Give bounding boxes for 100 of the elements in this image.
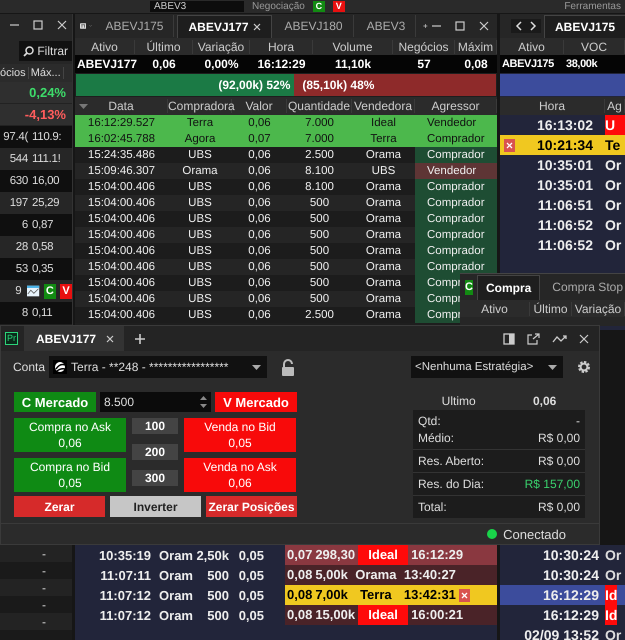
table-cell-text: Or bbox=[605, 196, 622, 215]
cancel-icon[interactable] bbox=[504, 138, 515, 152]
quantity-field[interactable]: 8.500 bbox=[100, 392, 211, 412]
invert-button[interactable]: Inverter bbox=[110, 496, 201, 517]
filter-button[interactable]: Filtrar bbox=[19, 41, 72, 61]
table-cell-text: 5,00k bbox=[315, 566, 348, 584]
app-icon[interactable]: Pr bbox=[5, 332, 18, 345]
table-cell-text: Orama bbox=[364, 276, 402, 291]
table-cell-text: 500 bbox=[308, 244, 330, 259]
column-header[interactable]: Máxim bbox=[455, 40, 497, 54]
column-header[interactable]: Negócios bbox=[393, 40, 455, 54]
column-header[interactable]: Agressor bbox=[415, 99, 497, 113]
buy-order-button[interactable]: Compra no Ask 0,06 bbox=[14, 418, 126, 452]
table-cell-text: 16:12:29 bbox=[411, 546, 464, 564]
sell-button[interactable]: V bbox=[60, 284, 72, 298]
trend-icon[interactable] bbox=[552, 334, 567, 344]
panel-icon[interactable] bbox=[503, 332, 515, 344]
table-cell-text: 16,00 bbox=[32, 175, 60, 187]
column-header[interactable]: ócios bbox=[0, 67, 29, 79]
buy-button[interactable]: C bbox=[312, 1, 325, 12]
table-cell-text: 13:40:27 bbox=[404, 566, 456, 584]
close-icon[interactable] bbox=[579, 334, 589, 344]
quantity-preset-button[interactable]: 300 bbox=[132, 470, 178, 486]
settings-icon[interactable] bbox=[577, 360, 592, 374]
sell-order-button[interactable]: Venda no Bid 0,05 bbox=[184, 418, 296, 452]
table-cell-text: 500 bbox=[308, 196, 330, 211]
tab[interactable]: ABEVJ175 bbox=[95, 15, 174, 37]
buy-button[interactable]: C bbox=[465, 280, 473, 294]
position-label: Total: bbox=[418, 500, 447, 514]
position-value: R$ 0,00 bbox=[538, 431, 580, 445]
tab[interactable]: ABEV3 bbox=[356, 15, 416, 37]
table-cell-text: 0,08 bbox=[287, 586, 312, 604]
column-header[interactable]: Volume bbox=[313, 40, 393, 54]
table-cell-text: 15:04:00.406 bbox=[86, 276, 156, 291]
last-price-label: Ultimo bbox=[442, 394, 476, 408]
column-header[interactable]: Máx... bbox=[30, 67, 64, 79]
table-cell: Comprador bbox=[415, 211, 497, 227]
column-header[interactable]: Variação bbox=[572, 302, 625, 316]
tab[interactable]: ABEVJ180 bbox=[274, 15, 354, 37]
cancel-icon[interactable] bbox=[458, 588, 470, 602]
popout-icon[interactable] bbox=[527, 332, 540, 344]
zero-positions-button[interactable]: Zerar Posições bbox=[206, 496, 297, 517]
tab[interactable]: Compra bbox=[476, 274, 540, 300]
column-header[interactable]: Último bbox=[135, 40, 193, 54]
order-row[interactable]: 16:12:29 Id bbox=[500, 585, 625, 605]
market-sell-button[interactable]: V Mercado bbox=[215, 392, 297, 412]
padlock-icon[interactable] bbox=[281, 358, 296, 376]
quantity-preset-button[interactable]: 100 bbox=[132, 418, 178, 434]
tab[interactable]: ABEVJ177 bbox=[177, 14, 272, 38]
column-header[interactable]: Variação bbox=[193, 40, 250, 54]
table-cell-text: 0,07 bbox=[247, 132, 272, 147]
close-icon[interactable] bbox=[57, 20, 67, 30]
sort-icon[interactable] bbox=[79, 104, 88, 109]
table-cell-text: 0,05 bbox=[238, 608, 264, 622]
column-header[interactable]: Data bbox=[75, 99, 168, 113]
zero-button[interactable]: Zerar bbox=[14, 496, 105, 517]
tab[interactable]: Compra Stop bbox=[544, 275, 625, 299]
table-cell-text: 57 bbox=[416, 57, 432, 71]
table-cell-text: Orama bbox=[181, 164, 219, 179]
buy-order-button[interactable]: Compra no Bid 0,05 bbox=[14, 458, 126, 492]
table-cell-text: Or bbox=[605, 176, 622, 195]
column-header[interactable]: Último bbox=[530, 302, 572, 316]
column-header[interactable]: VOC bbox=[564, 40, 625, 54]
menu-item[interactable]: Negociação bbox=[252, 1, 305, 12]
column-header[interactable]: Ag bbox=[605, 99, 625, 113]
add-tab-icon[interactable] bbox=[134, 332, 146, 344]
buy-button[interactable]: C bbox=[44, 284, 56, 298]
symbol-field[interactable]: ABEV3 bbox=[150, 1, 244, 12]
previous-icon[interactable] bbox=[515, 21, 523, 31]
table-cell-text: ABEVJ175 bbox=[501, 58, 555, 70]
column-header[interactable]: Ativo bbox=[460, 302, 530, 316]
menu-item[interactable]: Ferramentas bbox=[564, 1, 621, 12]
close-icon[interactable] bbox=[106, 334, 114, 342]
chart-icon[interactable] bbox=[27, 284, 40, 298]
sell-button[interactable]: V bbox=[332, 1, 345, 12]
close-icon[interactable] bbox=[252, 22, 261, 30]
close-icon[interactable] bbox=[479, 21, 489, 31]
next-icon[interactable] bbox=[529, 21, 537, 31]
account-dropdown[interactable]: Terra - **248 - ***************** bbox=[49, 356, 268, 378]
maximize-icon[interactable] bbox=[33, 20, 43, 30]
table-cell-text: 0,06 bbox=[247, 212, 272, 227]
column-header[interactable]: Vendedora bbox=[352, 99, 415, 113]
stepper-icon[interactable] bbox=[200, 395, 207, 409]
tab[interactable]: ABEVJ175 bbox=[544, 14, 625, 38]
table-cell-text: Or bbox=[605, 546, 622, 565]
column-header[interactable]: Ativo bbox=[75, 40, 135, 54]
market-buy-button[interactable]: C Mercado bbox=[14, 392, 96, 412]
table-cell: Comprador bbox=[415, 243, 497, 259]
quantity-preset-button[interactable]: 200 bbox=[132, 444, 178, 460]
connection-status: Conectado bbox=[503, 526, 566, 542]
column-header[interactable]: Hora bbox=[250, 40, 313, 54]
column-header[interactable]: Ativo bbox=[500, 40, 564, 54]
sell-order-button[interactable]: Venda no Ask 0,06 bbox=[184, 458, 296, 492]
tab[interactable]: ABEVJ177 bbox=[24, 326, 124, 351]
position-label: Res. Aberto: bbox=[418, 454, 484, 468]
column-header[interactable]: Quantidade bbox=[287, 99, 352, 113]
table-cell-text: 0,87 bbox=[32, 219, 54, 231]
maximize-icon[interactable] bbox=[455, 21, 465, 31]
strategy-dropdown[interactable]: <Nenhuma Estratégia> bbox=[411, 356, 564, 378]
column-header[interactable]: Hora bbox=[500, 99, 605, 113]
